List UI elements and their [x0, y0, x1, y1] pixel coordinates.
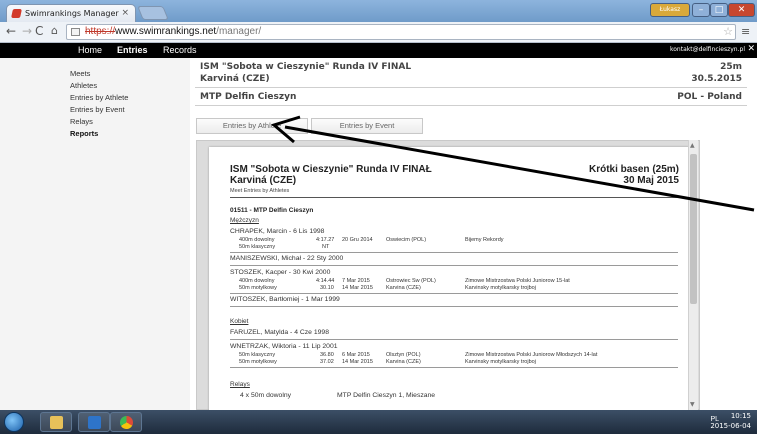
annotation-arrow: [270, 115, 755, 212]
arrow-shaft: [284, 125, 755, 212]
folder-icon: [50, 416, 63, 429]
taskbar-media-player[interactable]: [78, 412, 110, 432]
windows-taskbar: PL 10:15 2015-06-04: [0, 410, 757, 434]
clock-time[interactable]: 10:15: [731, 412, 751, 420]
media-player-icon: [88, 416, 101, 429]
clock-date[interactable]: 2015-06-04: [710, 422, 751, 430]
taskbar-explorer[interactable]: [40, 412, 72, 432]
chrome-icon: [120, 416, 133, 429]
taskbar-chrome[interactable]: [110, 412, 142, 432]
start-button-icon[interactable]: [4, 412, 24, 432]
